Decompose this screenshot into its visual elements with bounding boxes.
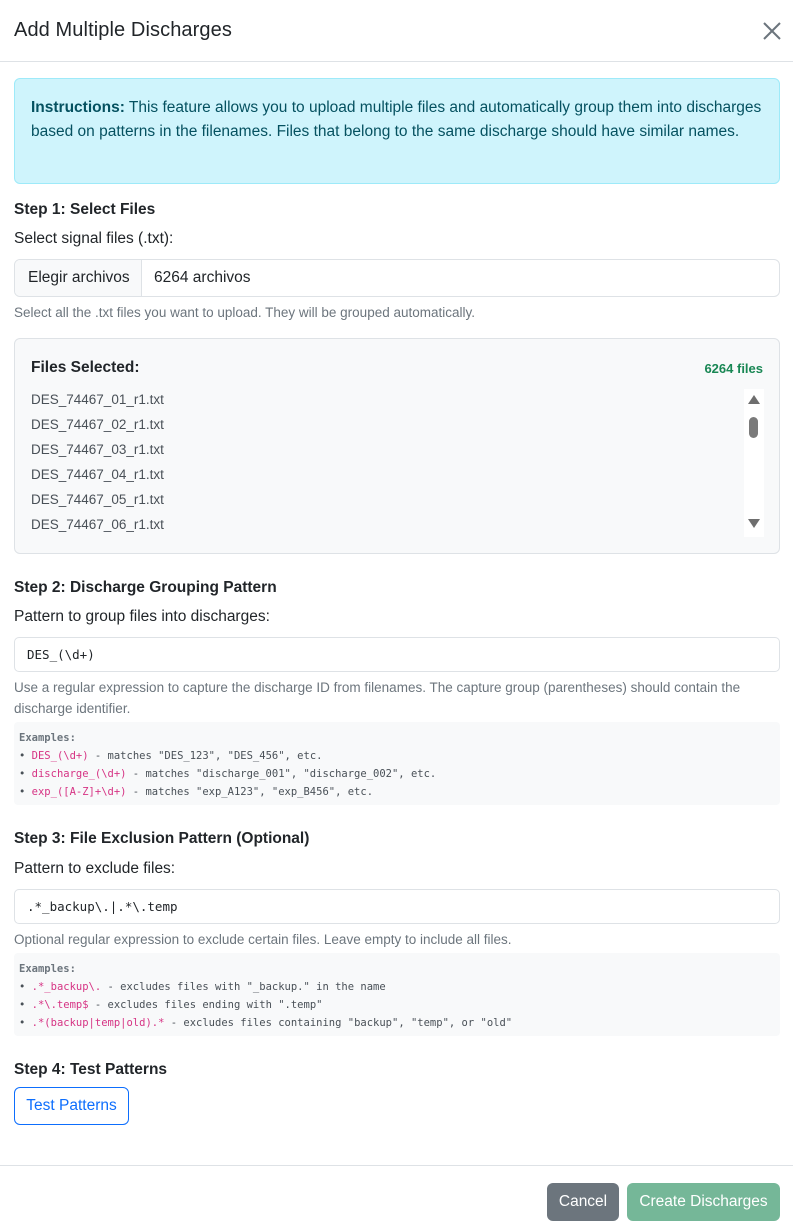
files-selected-panel: Files Selected: 6264 files DES_74467_01_… — [14, 338, 780, 554]
file-status: 6264 archivos — [154, 269, 251, 286]
instructions-text: This feature allows you to upload multip… — [31, 99, 762, 140]
step1-label: Select signal files (.txt): — [14, 230, 174, 247]
example-code: .*(backup|temp|old).* — [31, 1017, 165, 1029]
example-desc: - matches "exp_A123", "exp_B456", etc. — [126, 786, 374, 798]
modal-footer: Cancel Create Discharges — [0, 1165, 793, 1232]
test-patterns-button[interactable]: Test Patterns — [14, 1087, 129, 1125]
cancel-button[interactable]: Cancel — [547, 1183, 619, 1221]
modal-header: Add Multiple Discharges — [0, 0, 793, 62]
file-input[interactable]: Elegir archivos 6264 archivos — [14, 259, 780, 297]
step3-help: Optional regular expression to exclude c… — [14, 932, 512, 947]
step2-title: Step 2: Discharge Grouping Pattern — [14, 579, 277, 596]
example-desc: - matches "discharge_001", "discharge_00… — [126, 768, 437, 780]
create-discharges-button[interactable]: Create Discharges — [627, 1183, 780, 1221]
file-list[interactable]: DES_74467_01_r1.txt DES_74467_02_r1.txt … — [31, 387, 763, 537]
choose-files-button[interactable]: Elegir archivos — [15, 260, 142, 296]
example-item: • DES_(\d+) - matches "DES_123", "DES_45… — [19, 750, 323, 762]
scroll-up-icon[interactable] — [748, 395, 760, 404]
close-button[interactable] — [759, 18, 785, 44]
step3-title: Step 3: File Exclusion Pattern (Optional… — [14, 830, 310, 847]
list-item: DES_74467_03_r1.txt — [31, 442, 164, 457]
example-code: exp_([A-Z]+\d+) — [31, 786, 127, 798]
list-item: DES_74467_02_r1.txt — [31, 417, 164, 432]
example-item: • .*\.temp$ - excludes files ending with… — [19, 999, 323, 1011]
example-code: DES_(\d+) — [31, 750, 89, 762]
grouping-pattern-input[interactable]: DES_(\d+) — [14, 637, 780, 672]
example-desc: - excludes files containing "backup", "t… — [164, 1017, 513, 1029]
step3-label: Pattern to exclude files: — [14, 860, 176, 877]
exclusion-pattern-input[interactable]: .*_backup\.|.*\.temp — [14, 889, 780, 924]
scroll-thumb[interactable] — [749, 417, 758, 438]
example-desc: - excludes files with "_backup." in the … — [101, 981, 386, 993]
example-item: • .*(backup|temp|old).* - excludes files… — [19, 1017, 513, 1029]
step4-title: Step 4: Test Patterns — [14, 1061, 168, 1078]
example-item: • discharge_(\d+) - matches "discharge_0… — [19, 768, 437, 780]
example-code: .*_backup\. — [31, 981, 102, 993]
example-code: .*\.temp$ — [31, 999, 89, 1011]
example-item: • .*_backup\. - excludes files with "_ba… — [19, 981, 386, 993]
example-code: discharge_(\d+) — [31, 768, 127, 780]
examples-label: Examples: — [19, 963, 76, 975]
example-desc: - matches "DES_123", "DES_456", etc. — [88, 750, 323, 762]
instructions-label: Instructions: — [31, 99, 125, 116]
step1-help: Select all the .txt files you want to up… — [14, 305, 476, 320]
grouping-examples: Examples: • DES_(\d+) - matches "DES_123… — [14, 722, 780, 805]
list-item: DES_74467_01_r1.txt — [31, 392, 164, 407]
close-icon — [763, 22, 781, 40]
files-count: 6264 files — [704, 361, 763, 376]
step2-help: Use a regular expression to capture the … — [14, 680, 741, 716]
example-desc: - excludes files ending with ".temp" — [88, 999, 323, 1011]
modal-title: Add Multiple Discharges — [14, 19, 232, 41]
example-item: • exp_([A-Z]+\d+) - matches "exp_A123", … — [19, 786, 374, 798]
file-list-scrollbar[interactable] — [744, 389, 764, 537]
list-item: DES_74467_05_r1.txt — [31, 492, 164, 507]
instructions-alert: Instructions: This feature allows you to… — [14, 78, 780, 184]
exclusion-examples: Examples: • .*_backup\. - excludes files… — [14, 953, 780, 1036]
step2-label: Pattern to group files into discharges: — [14, 608, 270, 625]
scroll-down-icon[interactable] — [748, 519, 760, 528]
examples-label: Examples: — [19, 732, 76, 744]
step1-title: Step 1: Select Files — [14, 201, 156, 218]
list-item: DES_74467_04_r1.txt — [31, 467, 164, 482]
list-item: DES_74467_06_r1.txt — [31, 517, 164, 532]
files-heading: Files Selected: — [31, 359, 140, 376]
